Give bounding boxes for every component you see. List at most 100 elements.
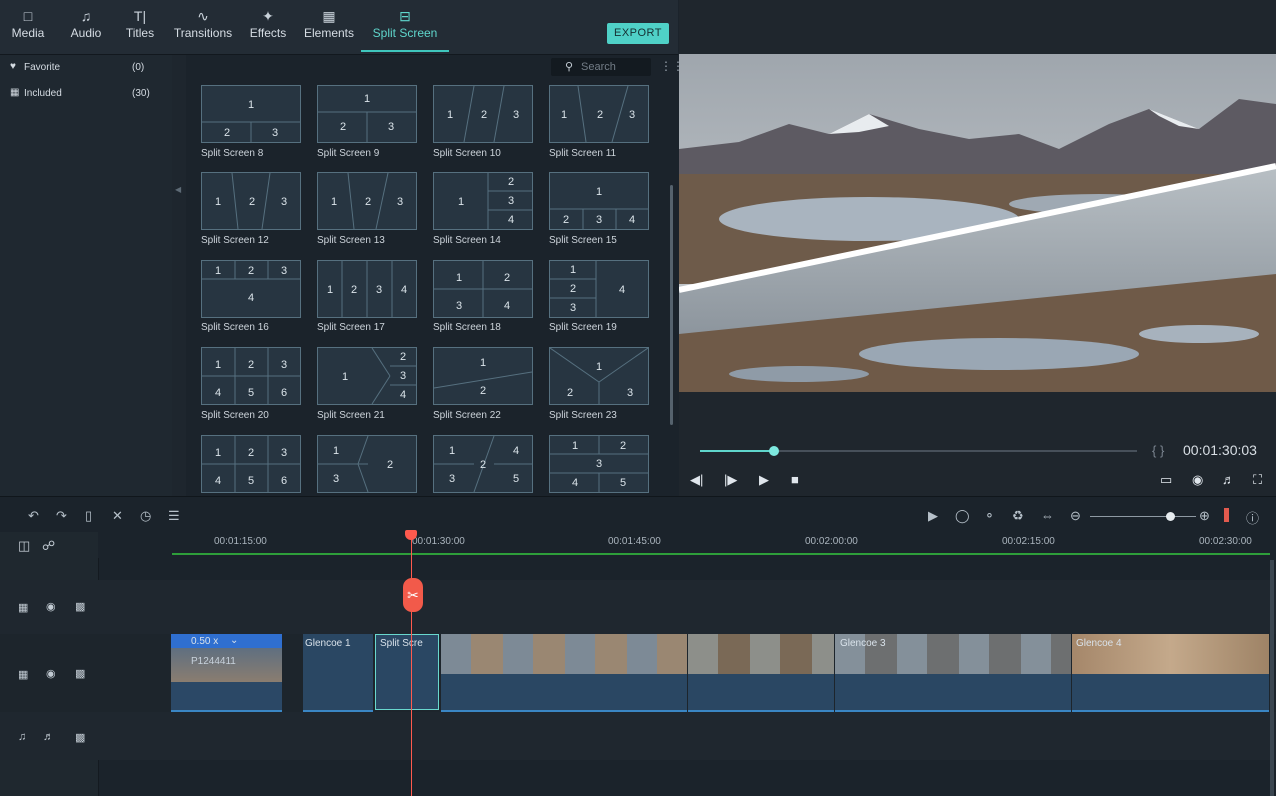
split-screen-thumb[interactable]: 1 2 3 4 5 [433, 435, 533, 493]
region-number: 1 [215, 447, 221, 459]
region-number: 2 [248, 447, 254, 459]
region-number: 4 [619, 284, 625, 296]
zoom-slider-track[interactable] [1090, 516, 1196, 517]
tab-transitions[interactable]: ∿ Transitions [170, 6, 236, 52]
grid-scrollbar[interactable] [670, 185, 673, 425]
volume-icon[interactable]: ♬ [1222, 472, 1235, 487]
category-included[interactable]: ▦ Included (30) [0, 83, 172, 105]
clip-thumbnail [441, 634, 687, 674]
snapshot-icon[interactable]: ◉ [1192, 472, 1203, 488]
zoom-slider-knob[interactable] [1165, 512, 1175, 521]
split-screen-thumb[interactable]: 1 2 3 4 5 6 [201, 435, 301, 493]
fit-timeline-icon[interactable]: ⇔ [1041, 508, 1054, 523]
delete-icon[interactable]: ▯ [85, 508, 92, 524]
lock-icon[interactable]: ▩ [75, 600, 85, 613]
split-screen-thumb[interactable]: 1 2 3 [433, 85, 533, 143]
add-track-icon[interactable]: ◫ [18, 538, 30, 554]
clip-name: Glencoe 1 [305, 638, 351, 649]
split-screen-thumb[interactable]: 1 2 3 [317, 435, 417, 493]
search-box[interactable]: ⚲ Search [551, 58, 651, 76]
lock-icon[interactable]: ▩ [75, 667, 85, 680]
region-number: 2 [597, 109, 603, 121]
split-screen-label: Split Screen 23 [549, 410, 617, 421]
undo-icon[interactable]: ↶ [28, 508, 39, 524]
transition-icon: ∿ [197, 8, 209, 24]
chevron-down-icon[interactable]: ⌄ [230, 635, 238, 646]
region-number: 1 [480, 357, 486, 369]
media-toolbar: □ Media ♫ Audio T| Titles ∿ Transitions … [0, 0, 678, 55]
tab-media[interactable]: □ Media [8, 6, 48, 52]
split-screen-thumb[interactable]: 1 2 3 4 [433, 172, 533, 230]
region-number: 3 [333, 473, 339, 485]
split-screen-label: Split Screen 20 [201, 410, 269, 421]
split-screen-thumb[interactable]: 1 2 3 [201, 85, 301, 143]
split-screen-thumb[interactable]: 1 2 3 4 [201, 260, 301, 318]
panel-divider[interactable]: ◀ [172, 55, 186, 496]
split-screen-thumb[interactable]: 1 2 3 4 [549, 260, 649, 318]
playhead[interactable] [411, 532, 412, 796]
clip-glencoe-3a[interactable] [688, 634, 834, 712]
split-screen-thumb[interactable]: 1 2 3 [317, 85, 417, 143]
render-status-bar [172, 553, 1270, 555]
speed-icon[interactable]: ◷ [140, 508, 151, 524]
lock-icon[interactable]: ▩ [75, 731, 85, 744]
split-screen-thumb[interactable]: 1 2 3 4 5 [549, 435, 649, 493]
split-screen-thumb[interactable]: 1 2 3 4 [317, 260, 417, 318]
adjust-icon[interactable]: ☰ [168, 508, 180, 524]
tab-audio[interactable]: ♫ Audio [64, 6, 108, 52]
clip-p1244411[interactable] [171, 634, 282, 712]
clip-glencoe-2[interactable] [441, 634, 687, 712]
grid-icon: ▦ [10, 87, 20, 98]
step-back-icon[interactable]: ◀| [690, 472, 703, 488]
eye-icon[interactable]: ◉ [46, 600, 56, 613]
split-screen-thumb[interactable]: 1 2 3 [549, 85, 649, 143]
speed-badge[interactable] [171, 634, 282, 648]
timeline-scrollbar[interactable] [1270, 560, 1274, 796]
tab-elements[interactable]: ▦ Elements [300, 6, 358, 52]
tab-transitions-label: Transitions [173, 26, 233, 40]
tab-split-screen[interactable]: ⊟ Split Screen [364, 6, 446, 52]
scissors-icon[interactable]: ✂ [403, 578, 423, 612]
region-number: 1 [215, 359, 221, 371]
clip-thumbnail [688, 634, 834, 674]
export-button[interactable]: EXPORT [607, 23, 669, 44]
region-number: 3 [449, 473, 455, 485]
speaker-icon[interactable]: ♬ [43, 731, 54, 743]
split-screen-thumb[interactable]: 1 2 3 4 [317, 347, 417, 405]
region-number: 1 [248, 99, 254, 111]
split-screen-thumb[interactable]: 1 2 3 [549, 347, 649, 405]
split-screen-thumb[interactable]: 1 2 3 [317, 172, 417, 230]
play-icon[interactable]: ▶ [759, 472, 769, 488]
render-preview-icon[interactable]: ▭ [1160, 472, 1172, 488]
split-screen-thumb[interactable]: 1 2 3 4 [549, 172, 649, 230]
mixer-icon[interactable]: ♻ [1012, 508, 1024, 524]
timeline-pause-icon[interactable] [1224, 508, 1229, 522]
split-screen-thumb[interactable]: 1 2 3 [201, 172, 301, 230]
region-number: 2 [504, 272, 510, 284]
collapse-arrow-icon[interactable]: ◀ [175, 185, 181, 194]
zoom-in-icon[interactable]: ⊕ [1199, 508, 1210, 524]
tab-titles[interactable]: T| Titles [118, 6, 162, 52]
redo-icon[interactable]: ↷ [56, 508, 67, 524]
step-forward-icon[interactable]: |▶ [724, 472, 737, 488]
track-row-audio [0, 712, 1276, 760]
fullscreen-icon[interactable]: ⛶ [1253, 472, 1262, 488]
search-input[interactable]: Search [581, 61, 616, 73]
zoom-out-icon[interactable]: ⊖ [1070, 508, 1081, 524]
voiceover-icon[interactable]: ⚬ [984, 508, 995, 524]
eye-icon[interactable]: ◉ [46, 667, 56, 680]
cut-icon[interactable]: ✕ [112, 508, 123, 524]
marker-icon[interactable]: ◯ [955, 508, 970, 524]
region-number: 3 [596, 458, 602, 470]
help-icon[interactable]: ⓘ [1246, 508, 1259, 527]
stop-icon[interactable]: ■ [791, 472, 799, 487]
category-count: (30) [132, 88, 150, 99]
link-icon[interactable]: ☍ [42, 538, 55, 554]
category-favorite[interactable]: ♥ Favorite (0) [0, 57, 172, 79]
split-screen-thumb[interactable]: 1 2 3 4 5 6 [201, 347, 301, 405]
render-icon[interactable]: ▶ [928, 508, 938, 524]
split-screen-thumb[interactable]: 12 [433, 347, 533, 405]
tab-effects[interactable]: ✦ Effects [244, 6, 292, 52]
mark-in-out-icon[interactable]: { } [1152, 443, 1164, 458]
split-screen-thumb[interactable]: 1 2 3 4 [433, 260, 533, 318]
